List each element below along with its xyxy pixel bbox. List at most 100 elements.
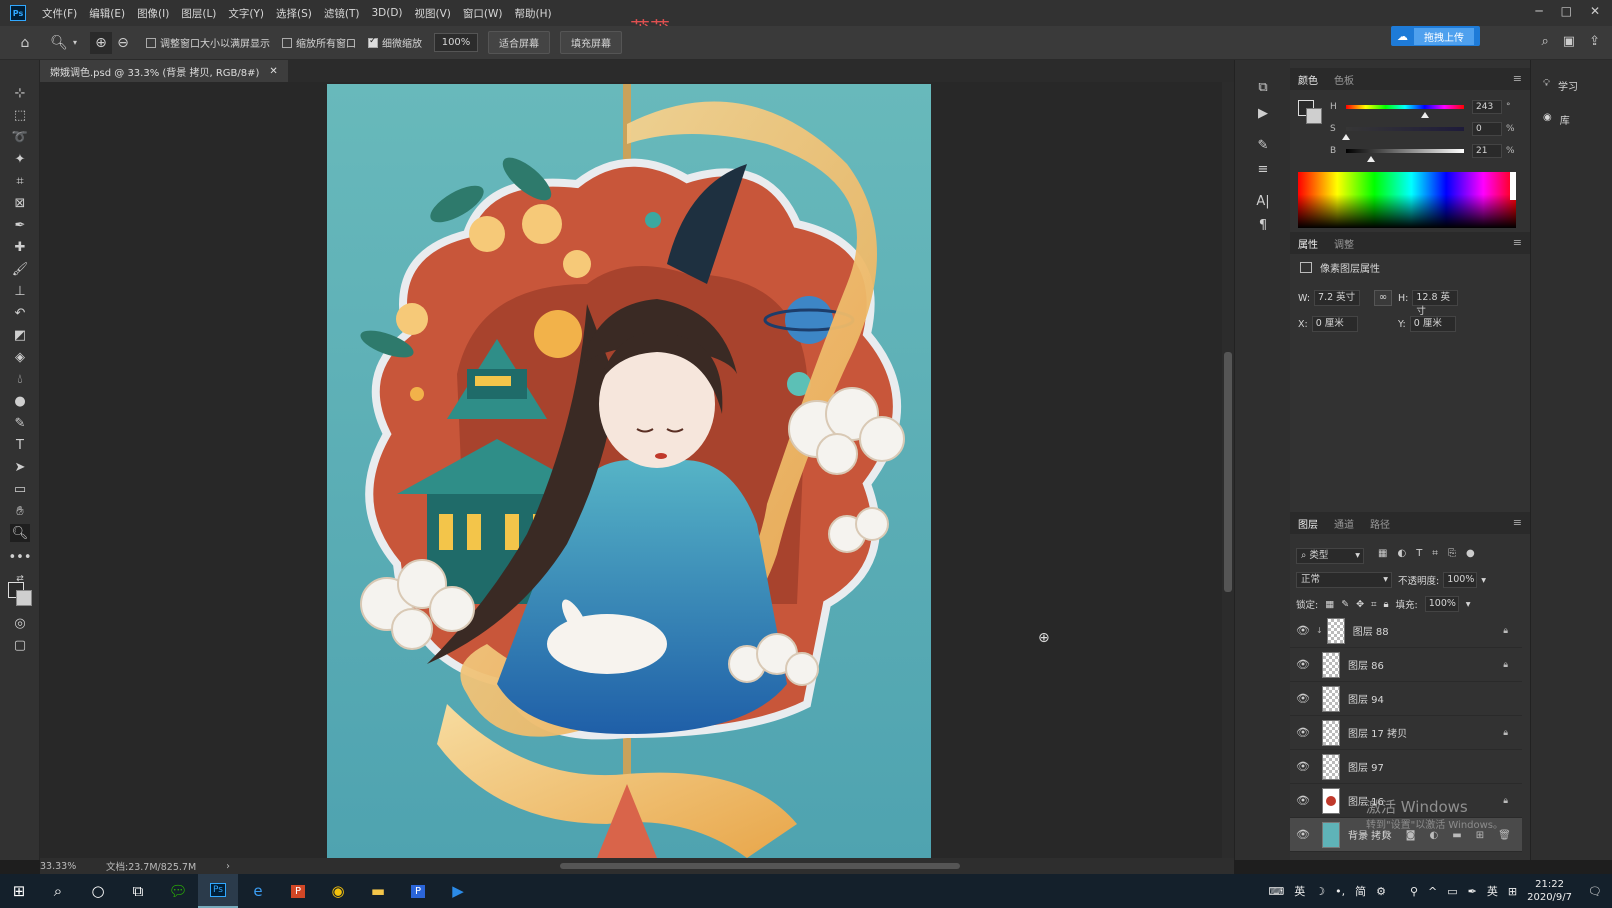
- home-icon[interactable]: ⌂: [14, 32, 36, 54]
- fill-screen-button[interactable]: 填充屏幕: [560, 31, 622, 54]
- brightness-value[interactable]: 21: [1472, 144, 1502, 158]
- maximize-icon[interactable]: □: [1561, 4, 1572, 18]
- y-field[interactable]: Y: 0 厘米: [1398, 316, 1456, 332]
- filter-shape-icon[interactable]: ⌗: [1432, 548, 1438, 559]
- spectrum-white-swatch[interactable]: [1510, 172, 1516, 200]
- filter-pixel-icon[interactable]: ▦: [1378, 548, 1387, 559]
- tab-channels[interactable]: 通道: [1334, 516, 1354, 531]
- menu-edit[interactable]: 编辑(E): [83, 6, 131, 21]
- wechat-icon[interactable]: 💬︎: [158, 874, 198, 908]
- scrubby-zoom-checkbox[interactable]: 细微缩放: [368, 35, 422, 50]
- pen-icon[interactable]: ✒: [1468, 885, 1477, 898]
- artwork-canvas[interactable]: [327, 84, 931, 858]
- windows-start-icon[interactable]: ⊞: [0, 874, 38, 908]
- visibility-eye-icon[interactable]: 👁︎: [1290, 794, 1316, 807]
- layer-name[interactable]: 图层 17 拷贝: [1348, 725, 1407, 740]
- layer-row[interactable]: 👁︎ ↓ 图层 88 🔒︎: [1290, 614, 1522, 648]
- saturation-track[interactable]: [1346, 127, 1464, 131]
- menu-layer[interactable]: 图层(L): [175, 6, 222, 21]
- hue-value[interactable]: 243: [1472, 100, 1502, 114]
- layer-name[interactable]: 图层 86: [1348, 657, 1384, 672]
- hand-tool-icon[interactable]: ✋︎: [10, 502, 30, 520]
- input-method-icon[interactable]: ⊞: [1508, 885, 1517, 898]
- lock-transparent-icon[interactable]: ▦: [1325, 599, 1334, 610]
- learn-item[interactable]: 💡︎ 学习: [1543, 78, 1578, 93]
- history-icon[interactable]: ⧉: [1253, 78, 1273, 96]
- lock-all-icon[interactable]: 🔒︎: [1383, 599, 1388, 610]
- chevron-down-icon[interactable]: ▾: [1466, 599, 1471, 610]
- artboard-tool-icon[interactable]: ⊹: [10, 84, 30, 102]
- visibility-eye-icon[interactable]: 👁︎: [1290, 726, 1316, 739]
- chevron-down-icon[interactable]: ▾: [70, 32, 80, 54]
- menu-image[interactable]: 图像(I): [131, 6, 175, 21]
- width-field[interactable]: W: 7.2 英寸: [1298, 290, 1361, 306]
- zoom-tool-icon[interactable]: 🔍︎: [10, 524, 30, 542]
- status-menu-arrow-icon[interactable]: ›: [226, 861, 230, 872]
- fill-value[interactable]: 100%: [1424, 596, 1459, 612]
- horizontal-scroll-thumb[interactable]: [560, 863, 960, 869]
- actions-play-icon[interactable]: ▶: [1253, 104, 1273, 122]
- visibility-eye-icon[interactable]: 👁︎: [1290, 692, 1316, 705]
- zoom-level[interactable]: 33.33%: [40, 861, 76, 872]
- brightness-slider[interactable]: B 21 %: [1330, 142, 1530, 160]
- zoom-all-windows-checkbox[interactable]: 缩放所有窗口: [282, 35, 356, 50]
- lock-artboard-icon[interactable]: ⌗: [1371, 599, 1376, 610]
- brush-tool-icon[interactable]: 🖌︎: [10, 260, 30, 278]
- chevron-down-icon[interactable]: ▾: [1481, 575, 1486, 586]
- search-icon[interactable]: ⌕: [38, 874, 78, 908]
- tab-color[interactable]: 颜色: [1298, 72, 1318, 87]
- share-icon[interactable]: ⇪: [1589, 34, 1600, 49]
- ime-settings-icon[interactable]: ⚙: [1376, 885, 1386, 898]
- layer-name[interactable]: 图层 88: [1353, 623, 1389, 638]
- menu-view[interactable]: 视图(V): [409, 6, 457, 21]
- cortana-icon[interactable]: ○: [78, 874, 118, 908]
- tab-paths[interactable]: 路径: [1370, 516, 1390, 531]
- crop-tool-icon[interactable]: ⌗: [10, 172, 30, 190]
- add-mask-icon[interactable]: ◙: [1406, 830, 1416, 841]
- lasso-tool-icon[interactable]: ➰: [10, 128, 30, 146]
- new-adjustment-icon[interactable]: ◐: [1430, 830, 1439, 841]
- tab-properties[interactable]: 属性: [1298, 236, 1318, 251]
- vertical-scroll-thumb[interactable]: [1224, 352, 1232, 592]
- visibility-eye-icon[interactable]: 👁︎: [1290, 624, 1316, 637]
- menu-window[interactable]: 窗口(W): [457, 6, 509, 21]
- search-icon[interactable]: ⌕: [1542, 34, 1549, 49]
- vertical-scrollbar[interactable]: [1222, 82, 1234, 858]
- filter-type-icon[interactable]: T: [1416, 548, 1422, 559]
- marquee-tool-icon[interactable]: ⬚: [10, 106, 30, 124]
- zoom-percent-field[interactable]: 100%: [434, 33, 478, 52]
- character-icon[interactable]: A|: [1253, 192, 1273, 210]
- eyedropper-tool-icon[interactable]: ✒: [10, 216, 30, 234]
- filter-adjustment-icon[interactable]: ◐: [1397, 548, 1406, 559]
- upload-button[interactable]: ☁ 拖拽上传: [1391, 26, 1480, 46]
- edge-icon[interactable]: e: [238, 874, 278, 908]
- saturation-slider[interactable]: S 0 %: [1330, 120, 1530, 138]
- zoom-out-icon[interactable]: ⊖: [112, 32, 134, 54]
- tab-adjustments[interactable]: 调整: [1334, 236, 1354, 251]
- saturation-slider-handle[interactable]: [1342, 134, 1350, 140]
- menu-3d[interactable]: 3D(D): [365, 7, 408, 19]
- x-field[interactable]: X: 0 厘米: [1298, 316, 1358, 332]
- brightness-track[interactable]: [1346, 149, 1464, 153]
- visibility-eye-icon[interactable]: 👁︎: [1290, 828, 1316, 841]
- paint-bucket-tool-icon[interactable]: ◈: [10, 348, 30, 366]
- screen-mode-icon[interactable]: ▢: [10, 636, 30, 654]
- blend-mode-select[interactable]: 正常 ▾: [1296, 572, 1392, 588]
- menu-help[interactable]: 帮助(H): [509, 6, 558, 21]
- ime-moon-icon[interactable]: ☽: [1315, 885, 1325, 898]
- height-field[interactable]: H: 12.8 英寸: [1398, 290, 1459, 317]
- clock[interactable]: 21:22 2020/9/7: [1527, 878, 1572, 904]
- zoom-tool-icon[interactable]: 🔍︎: [48, 32, 70, 54]
- link-layers-icon[interactable]: ∞: [1360, 830, 1368, 841]
- new-layer-icon[interactable]: ⊞: [1476, 830, 1484, 841]
- close-icon[interactable]: ✕: [1590, 4, 1600, 18]
- input-language[interactable]: 英: [1487, 883, 1498, 899]
- fx-icon[interactable]: fx: [1382, 830, 1391, 841]
- width-value[interactable]: 7.2 英寸: [1314, 290, 1361, 306]
- zoom-in-icon[interactable]: ⊕: [90, 31, 112, 54]
- chrome-icon[interactable]: ◉: [318, 874, 358, 908]
- tab-swatches[interactable]: 色板: [1334, 72, 1354, 87]
- pen-tool-icon[interactable]: ✎: [10, 414, 30, 432]
- hue-slider-handle[interactable]: [1421, 112, 1430, 118]
- layer-row[interactable]: 👁︎ 图层 97: [1290, 750, 1522, 784]
